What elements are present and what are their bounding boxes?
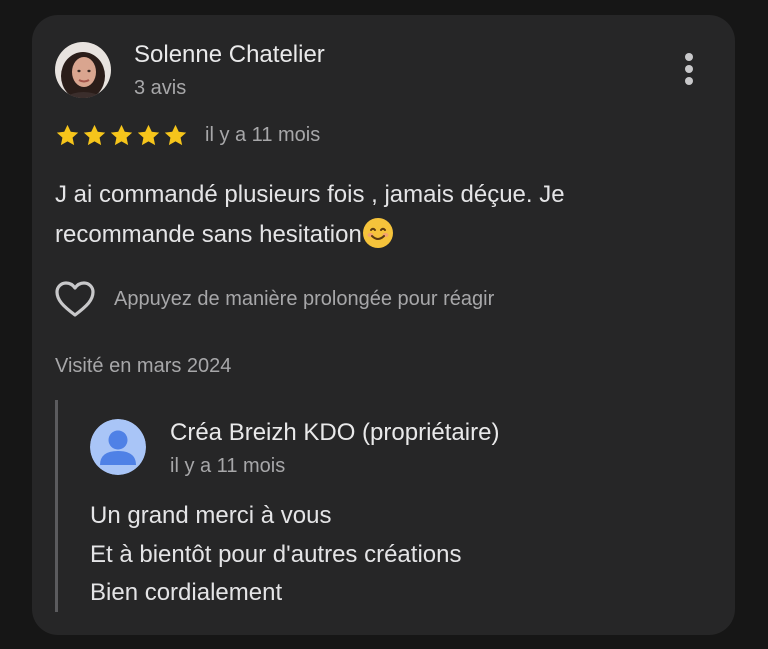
star-icon: [83, 124, 106, 146]
react-button[interactable]: Appuyez de manière prolongée pour réagir: [54, 279, 494, 319]
review-body: J ai commandé plusieurs fois , jamais dé…: [55, 175, 695, 255]
owner-name: Créa Breizh KDO (propriétaire): [170, 419, 500, 446]
reviewer-review-count: 3 avis: [134, 77, 187, 99]
owner-avatar: [90, 419, 146, 475]
review-card: Solenne Chatelier 3 avis il y a 11 mois …: [32, 15, 735, 635]
star-icon: [164, 124, 187, 146]
person-avatar-icon: [90, 419, 146, 475]
reply-line: Et à bientôt pour d'autres créations: [90, 540, 462, 568]
reply-line: Un grand merci à vous: [90, 502, 332, 529]
star-icon: [137, 124, 160, 146]
more-options-button[interactable]: [672, 49, 706, 89]
smiling-face-emoji: [362, 218, 393, 248]
visit-date: Visité en mars 2024: [55, 355, 232, 377]
more-vert-icon: [685, 53, 693, 61]
star-icon: [110, 124, 133, 146]
reviewer-name[interactable]: Solenne Chatelier: [134, 41, 325, 69]
heart-outline-icon[interactable]: [54, 280, 96, 318]
react-hint: Appuyez de manière prolongée pour réagir: [114, 287, 495, 310]
reply-line: Bien cordialement: [90, 579, 283, 606]
reply-divider: [55, 400, 58, 612]
review-text: J ai commandé plusieurs fois , jamais dé…: [55, 181, 565, 248]
star-rating: [54, 122, 189, 150]
owner-reply-time: il y a 11 mois: [170, 455, 286, 477]
reviewer-avatar[interactable]: [55, 42, 111, 98]
star-icon: [56, 124, 79, 146]
review-time: il y a 11 mois: [205, 124, 321, 146]
owner-reply-text: Un grand merci à vous Et à bientôt pour …: [90, 497, 461, 613]
